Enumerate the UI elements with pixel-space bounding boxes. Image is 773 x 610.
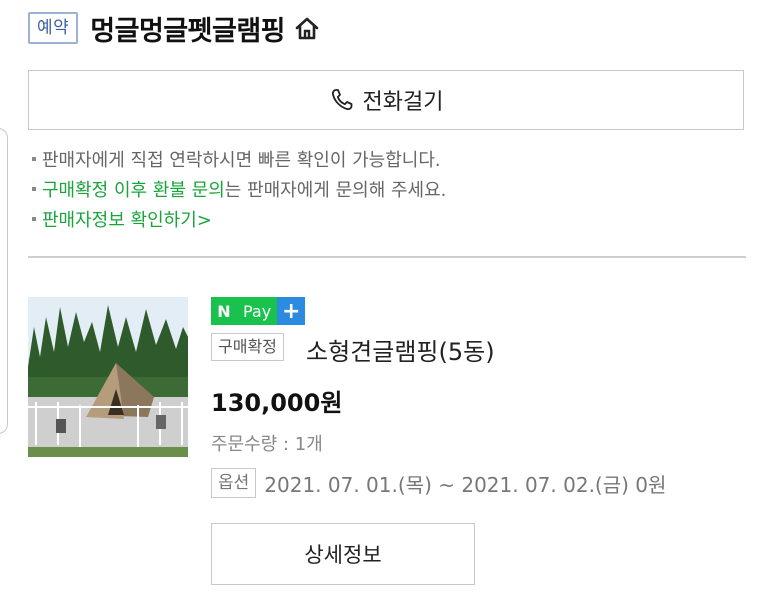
product-thumbnail[interactable] [28,297,188,457]
order-quantity: 주문수량 : 1개 [211,434,323,455]
notice-item[interactable]: 판매자정보 확인하기> [28,206,748,236]
product-name[interactable]: 소형견글램핑(5동) [306,332,495,367]
option-label: 옵션 [211,468,257,498]
option-value: 2021. 07. 01.(목) ~ 2021. 07. 02.(금) 0원 [264,472,667,497]
detail-info-label: 상세정보 [304,543,382,567]
chevron-right-icon[interactable]: > [197,210,212,231]
naver-pay-badge: N Pay + [211,297,306,325]
call-button-label: 전화걸기 [362,90,444,115]
section-divider [28,256,746,258]
order-status-badge: 구매확정 [211,333,284,361]
notice-text: 는 판매자에게 문의해 주세요. [224,180,447,201]
notice-item: 판매자에게 직접 연락하시면 빠른 확인이 가능합니다. [28,146,748,176]
refund-inquiry-highlight: 구매확정 이후 환불 문의 [42,180,225,201]
phone-icon [331,89,352,111]
notice-text: 판매자에게 직접 연락하시면 빠른 확인이 가능합니다. [42,150,441,171]
shop-name[interactable]: 멍글멍글펫글램핑 [90,9,285,48]
bullet [32,217,36,221]
call-button[interactable]: 전화걸기 [28,70,744,130]
home-icon[interactable] [293,14,321,42]
reservation-badge: 예약 [28,12,79,44]
npay-pay: Pay [237,297,278,325]
product-price: 130,000원 [211,389,343,417]
shop-header: 예약 멍글멍글펫글램핑 [28,8,321,48]
glamping-tent-image [28,297,188,457]
seller-info-link[interactable]: 판매자정보 확인하기 [42,210,197,231]
bullet [32,187,36,191]
bullet [32,157,36,161]
npay-n: N [211,297,237,325]
notice-item: 구매확정 이후 환불 문의는 판매자에게 문의해 주세요. [28,176,748,206]
notice-list: 판매자에게 직접 연락하시면 빠른 확인이 가능합니다. 구매확정 이후 환불 … [28,146,748,236]
option-row: 옵션 2021. 07. 01.(목) ~ 2021. 07. 02.(금) 0… [211,468,666,498]
npay-plus-icon: + [277,297,306,325]
detail-info-button[interactable]: 상세정보 [211,523,475,585]
side-panel-handle[interactable] [0,128,8,434]
